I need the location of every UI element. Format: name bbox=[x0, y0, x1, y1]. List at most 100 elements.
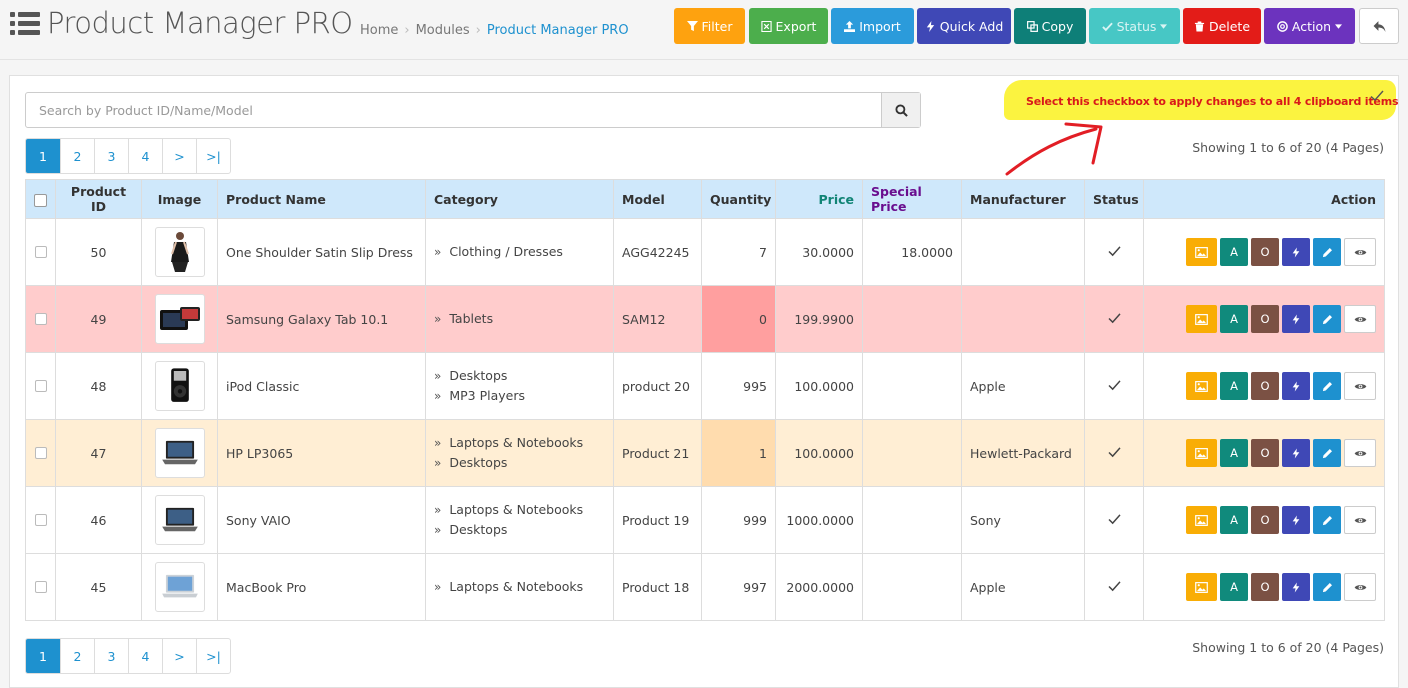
dress-image[interactable] bbox=[154, 227, 205, 277]
macbook-image[interactable] bbox=[154, 562, 205, 612]
product-name-cell[interactable]: iPod Classic bbox=[217, 352, 426, 420]
import-button[interactable]: Import bbox=[831, 8, 914, 44]
page-link[interactable]: 2 bbox=[60, 139, 94, 173]
page-link[interactable]: 3 bbox=[94, 639, 128, 673]
page-link[interactable]: 4 bbox=[128, 639, 162, 673]
table-row[interactable]: 48 iPod Classic » Desktops » MP3 Players produ… bbox=[25, 352, 1385, 420]
quantity-cell[interactable]: 995 bbox=[701, 352, 776, 420]
table-row[interactable]: 50 One Shoulder Satin Slip Dress » Clothing… bbox=[25, 218, 1385, 286]
special-price-cell[interactable] bbox=[862, 486, 962, 554]
view-button[interactable] bbox=[1344, 439, 1376, 467]
price-cell[interactable]: 199.9900 bbox=[775, 285, 863, 353]
status-checkbox[interactable] bbox=[1107, 446, 1121, 461]
column-header-product-id[interactable]: Product ID bbox=[55, 179, 142, 219]
ipod-image[interactable] bbox=[154, 361, 205, 411]
product-name-cell[interactable]: MacBook Pro bbox=[217, 553, 426, 621]
special-price-cell[interactable] bbox=[862, 553, 962, 621]
image-manager-button[interactable] bbox=[1186, 305, 1217, 333]
row-checkbox[interactable] bbox=[34, 580, 47, 593]
tablet-image[interactable] bbox=[154, 294, 205, 344]
column-header-category[interactable]: Category bbox=[425, 179, 614, 219]
view-button[interactable] bbox=[1344, 506, 1376, 534]
attributes-button[interactable]: A bbox=[1220, 238, 1248, 266]
row-checkbox[interactable] bbox=[34, 379, 47, 392]
model-cell[interactable]: Product 19 bbox=[613, 486, 702, 554]
quick-edit-button[interactable] bbox=[1282, 238, 1310, 266]
page-next[interactable]: > bbox=[162, 639, 196, 673]
view-button[interactable] bbox=[1344, 305, 1376, 333]
page-link[interactable]: 1 bbox=[26, 639, 60, 673]
quantity-cell[interactable]: 999 bbox=[701, 486, 776, 554]
back-button[interactable] bbox=[1359, 8, 1399, 44]
manufacturer-cell[interactable]: Sony bbox=[961, 486, 1085, 554]
quick-edit-button[interactable] bbox=[1282, 439, 1310, 467]
table-row[interactable]: 47 HP LP3065 » Laptops & Notebooks » Desktops… bbox=[25, 419, 1385, 487]
row-checkbox[interactable] bbox=[34, 446, 47, 459]
row-checkbox[interactable] bbox=[34, 513, 47, 526]
select-all-checkbox[interactable] bbox=[34, 193, 47, 207]
manufacturer-cell[interactable] bbox=[961, 285, 1085, 353]
special-price-cell[interactable]: 18.0000 bbox=[862, 218, 962, 286]
options-button[interactable]: O bbox=[1251, 238, 1279, 266]
status-checkbox[interactable] bbox=[1107, 513, 1121, 528]
search-button[interactable] bbox=[881, 93, 920, 127]
manufacturer-cell[interactable]: Apple bbox=[961, 352, 1085, 420]
table-row[interactable]: 46 Sony VAIO » Laptops & Notebooks » Desktops… bbox=[25, 486, 1385, 554]
model-cell[interactable]: Product 18 bbox=[613, 553, 702, 621]
copy-button[interactable]: Copy bbox=[1014, 8, 1086, 44]
image-manager-button[interactable] bbox=[1186, 573, 1217, 601]
product-name-cell[interactable]: HP LP3065 bbox=[217, 419, 426, 487]
options-button[interactable]: O bbox=[1251, 439, 1279, 467]
manufacturer-cell[interactable]: Apple bbox=[961, 553, 1085, 621]
manufacturer-cell[interactable]: Hewlett-Packard bbox=[961, 419, 1085, 487]
status-checkbox[interactable] bbox=[1107, 379, 1121, 394]
status-cell[interactable] bbox=[1084, 419, 1144, 487]
product-name-cell[interactable]: Samsung Galaxy Tab 10.1 bbox=[217, 285, 426, 353]
quantity-cell[interactable]: 7 bbox=[701, 218, 776, 286]
status-cell[interactable] bbox=[1084, 486, 1144, 554]
product-name-cell[interactable]: One Shoulder Satin Slip Dress bbox=[217, 218, 426, 286]
view-button[interactable] bbox=[1344, 372, 1376, 400]
menu-icon[interactable] bbox=[10, 12, 40, 36]
price-cell[interactable]: 100.0000 bbox=[775, 419, 863, 487]
options-button[interactable]: O bbox=[1251, 573, 1279, 601]
column-header-price[interactable]: Price bbox=[775, 179, 863, 219]
search-input[interactable] bbox=[26, 93, 882, 127]
quantity-cell[interactable]: 1 bbox=[701, 419, 776, 487]
model-cell[interactable]: SAM12 bbox=[613, 285, 702, 353]
row-checkbox[interactable] bbox=[34, 245, 47, 258]
edit-button[interactable] bbox=[1313, 305, 1341, 333]
filter-button[interactable]: Filter bbox=[674, 8, 745, 44]
column-header-model[interactable]: Model bbox=[613, 179, 702, 219]
edit-button[interactable] bbox=[1313, 573, 1341, 601]
quantity-cell[interactable]: 0 bbox=[701, 285, 776, 353]
edit-button[interactable] bbox=[1313, 372, 1341, 400]
edit-button[interactable] bbox=[1313, 506, 1341, 534]
quick-edit-button[interactable] bbox=[1282, 305, 1310, 333]
image-manager-button[interactable] bbox=[1186, 506, 1217, 534]
quick-edit-button[interactable] bbox=[1282, 372, 1310, 400]
laptop-image[interactable] bbox=[154, 428, 205, 478]
product-name-cell[interactable]: Sony VAIO bbox=[217, 486, 426, 554]
attributes-button[interactable]: A bbox=[1220, 439, 1248, 467]
status-cell[interactable] bbox=[1084, 553, 1144, 621]
quick-add-button[interactable]: Quick Add bbox=[917, 8, 1011, 44]
model-cell[interactable]: AGG42245 bbox=[613, 218, 702, 286]
breadcrumb-current[interactable]: Product Manager PRO bbox=[487, 23, 629, 38]
page-last[interactable]: >| bbox=[196, 139, 230, 173]
attributes-button[interactable]: A bbox=[1220, 372, 1248, 400]
status-cell[interactable] bbox=[1084, 285, 1144, 353]
view-button[interactable] bbox=[1344, 238, 1376, 266]
price-cell[interactable]: 1000.0000 bbox=[775, 486, 863, 554]
view-button[interactable] bbox=[1344, 573, 1376, 601]
image-manager-button[interactable] bbox=[1186, 238, 1217, 266]
image-manager-button[interactable] bbox=[1186, 439, 1217, 467]
quantity-cell[interactable]: 997 bbox=[701, 553, 776, 621]
page-link[interactable]: 2 bbox=[60, 639, 94, 673]
status-cell[interactable] bbox=[1084, 352, 1144, 420]
table-row[interactable]: 45 MacBook Pro » Laptops & Notebooks Product… bbox=[25, 553, 1385, 621]
column-header-special-price[interactable]: Special Price bbox=[862, 179, 962, 219]
special-price-cell[interactable] bbox=[862, 285, 962, 353]
model-cell[interactable]: Product 21 bbox=[613, 419, 702, 487]
status-checkbox[interactable] bbox=[1107, 245, 1121, 260]
